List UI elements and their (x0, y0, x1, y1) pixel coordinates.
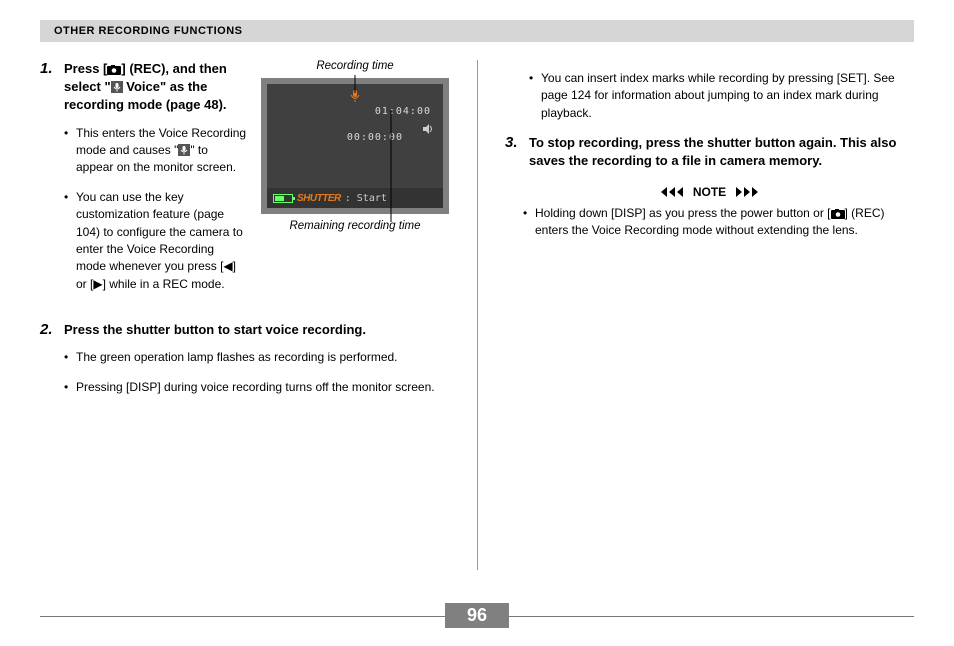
step-1-title-a: Press [ (64, 61, 107, 76)
step-1-bullet-2: You can use the key customization featur… (64, 189, 247, 293)
step-1-b1-a: This enters the Voice Recording mode and… (76, 126, 246, 157)
column-divider (477, 60, 478, 570)
page-number: 96 (445, 603, 509, 628)
footer-rule-left (40, 616, 451, 617)
step-number-1: 1. (40, 60, 56, 305)
step-number-3: 3. (505, 134, 521, 170)
screen-time-bottom: 00:00:00 (347, 132, 403, 143)
figure-label-bottom: Remaining recording time (261, 220, 449, 232)
step-2-title: Press the shutter button to start voice … (64, 321, 449, 339)
note-arrow-left-icon (661, 187, 687, 197)
mic-icon (350, 90, 360, 105)
speaker-icon (423, 124, 433, 137)
step-number-2: 2. (40, 321, 56, 408)
right-column: You can insert index marks while recordi… (497, 60, 914, 418)
step-2-bullet-1: The green operation lamp flashes as reco… (64, 349, 449, 366)
step-1: 1. Press [] (REC), and then select " Voi… (40, 60, 247, 305)
figure: Recording time 01:04:00 00:00:00 (261, 60, 449, 315)
shutter-label: SHUTTER (297, 193, 341, 204)
camera-icon (831, 209, 845, 219)
page-content: OTHER RECORDING FUNCTIONS 1. Press [] (R… (40, 20, 914, 636)
figure-label-top: Recording time (261, 60, 449, 72)
mic-square-icon (178, 144, 190, 156)
note-label: NOTE (693, 185, 726, 199)
note-b1-a: Holding down [DISP] as you press the pow… (535, 206, 831, 220)
section-header: OTHER RECORDING FUNCTIONS (40, 20, 914, 42)
note-arrow-right-icon (732, 187, 758, 197)
right-top-bullet: You can insert index marks while recordi… (529, 70, 914, 122)
note-heading: NOTE (505, 185, 914, 199)
left-column: 1. Press [] (REC), and then select " Voi… (40, 60, 457, 418)
screen-time-top: 01:04:00 (375, 106, 431, 117)
note-bullet-1: Holding down [DISP] as you press the pow… (523, 205, 914, 240)
mic-square-icon (111, 81, 123, 93)
footer-rule-right (503, 616, 914, 617)
step-3-title: To stop recording, press the shutter but… (529, 134, 914, 170)
step-2-bullet-2: Pressing [DISP] during voice recording t… (64, 379, 449, 396)
body-columns: 1. Press [] (REC), and then select " Voi… (40, 60, 914, 418)
step-2: 2. Press the shutter button to start voi… (40, 321, 449, 408)
camera-icon (107, 65, 121, 75)
battery-icon (273, 194, 293, 203)
step-3: 3. To stop recording, press the shutter … (505, 134, 914, 170)
step-1-bullet-1: This enters the Voice Recording mode and… (64, 125, 247, 177)
screen-mock: 01:04:00 00:00:00 SHUTTER : Start (261, 78, 449, 214)
step-1-title: Press [] (REC), and then select " Voice"… (64, 60, 247, 115)
start-label: : Start (345, 193, 387, 204)
